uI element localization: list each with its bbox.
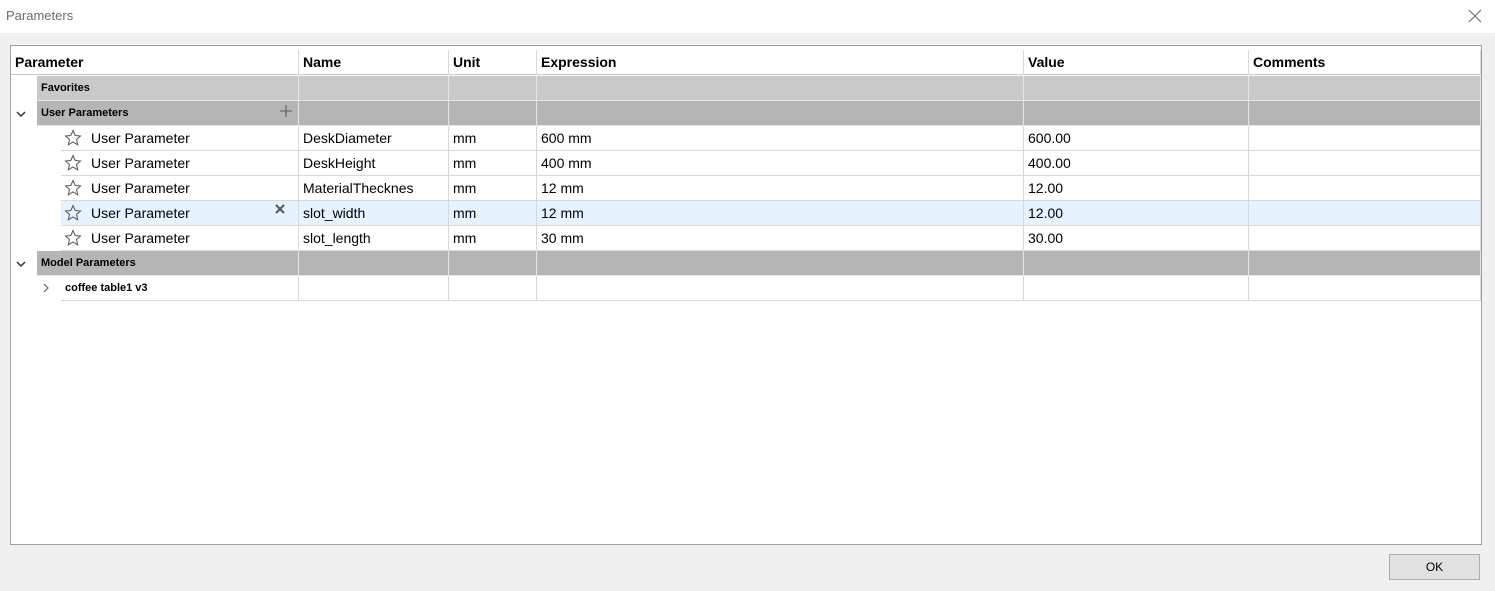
- param-name[interactable]: DeskDiameter: [299, 126, 449, 151]
- param-comments[interactable]: [1249, 126, 1481, 151]
- col-header-value[interactable]: Value: [1024, 50, 1249, 75]
- group-label-model-parameters: Model Parameters: [37, 251, 299, 276]
- param-unit[interactable]: mm: [449, 151, 537, 176]
- param-unit[interactable]: mm: [449, 226, 537, 251]
- parameter-type: User Parameter: [91, 230, 190, 246]
- param-expression[interactable]: 600 mm: [537, 126, 1024, 151]
- chevron-down-icon[interactable]: [16, 259, 26, 269]
- param-value: 12.00: [1024, 201, 1249, 226]
- param-expression[interactable]: 12 mm: [537, 201, 1024, 226]
- col-header-comments[interactable]: Comments: [1249, 50, 1481, 75]
- param-name[interactable]: slot_width: [299, 201, 449, 226]
- param-unit[interactable]: mm: [449, 126, 537, 151]
- parameters-table: Parameter Name Unit Expression Value Com…: [10, 45, 1482, 545]
- col-header-expression[interactable]: Expression: [537, 50, 1024, 75]
- param-comments[interactable]: [1249, 176, 1481, 201]
- parameter-type: User Parameter: [91, 180, 190, 196]
- title-bar: Parameters: [0, 0, 1495, 33]
- group-row-favorites[interactable]: Favorites: [11, 76, 1481, 101]
- param-expression[interactable]: 400 mm: [537, 151, 1024, 176]
- chevron-down-icon[interactable]: [16, 109, 26, 119]
- parameter-type: User Parameter: [91, 205, 190, 221]
- table-row[interactable]: User Parameter MaterialThecknes mm 12 mm…: [11, 176, 1481, 201]
- param-unit[interactable]: mm: [449, 201, 537, 226]
- table-row-selected[interactable]: User Parameter slot_width mm 12 mm 12.00: [11, 201, 1481, 226]
- group-row-user-parameters[interactable]: User Parameters: [11, 101, 1481, 126]
- plus-icon[interactable]: [279, 104, 293, 118]
- chevron-right-icon[interactable]: [41, 283, 51, 293]
- group-label-user-parameters: User Parameters: [41, 107, 129, 119]
- param-expression[interactable]: 12 mm: [537, 176, 1024, 201]
- param-comments[interactable]: [1249, 151, 1481, 176]
- param-comments[interactable]: [1249, 226, 1481, 251]
- star-icon[interactable]: [64, 179, 82, 197]
- group-label-favorites: Favorites: [37, 76, 299, 101]
- table-header: Parameter Name Unit Expression Value Com…: [11, 50, 1481, 75]
- param-name[interactable]: MaterialThecknes: [299, 176, 449, 201]
- col-header-name[interactable]: Name: [299, 50, 449, 75]
- component-label: coffee table1 v3: [61, 276, 299, 301]
- ok-button[interactable]: OK: [1389, 554, 1480, 580]
- group-row-model-parameters[interactable]: Model Parameters: [11, 251, 1481, 276]
- col-header-unit[interactable]: Unit: [449, 50, 537, 75]
- window-title: Parameters: [6, 8, 74, 23]
- delete-x-icon[interactable]: [275, 204, 285, 214]
- tree-row-component[interactable]: coffee table1 v3: [11, 276, 1481, 301]
- star-icon[interactable]: [64, 229, 82, 247]
- star-icon[interactable]: [64, 204, 82, 222]
- param-name[interactable]: slot_length: [299, 226, 449, 251]
- parameter-type: User Parameter: [91, 130, 190, 146]
- param-value: 30.00: [1024, 226, 1249, 251]
- param-value: 400.00: [1024, 151, 1249, 176]
- parameter-type: User Parameter: [91, 155, 190, 171]
- param-expression[interactable]: 30 mm: [537, 226, 1024, 251]
- table-row[interactable]: User Parameter slot_length mm 30 mm 30.0…: [11, 226, 1481, 251]
- param-name[interactable]: DeskHeight: [299, 151, 449, 176]
- param-value: 12.00: [1024, 176, 1249, 201]
- star-icon[interactable]: [64, 129, 82, 147]
- star-icon[interactable]: [64, 154, 82, 172]
- close-icon[interactable]: [1465, 6, 1485, 26]
- param-unit[interactable]: mm: [449, 176, 537, 201]
- col-header-parameter[interactable]: Parameter: [11, 50, 299, 75]
- param-comments[interactable]: [1249, 201, 1481, 226]
- table-row[interactable]: User Parameter DeskDiameter mm 600 mm 60…: [11, 126, 1481, 151]
- table-row[interactable]: User Parameter DeskHeight mm 400 mm 400.…: [11, 151, 1481, 176]
- param-value: 600.00: [1024, 126, 1249, 151]
